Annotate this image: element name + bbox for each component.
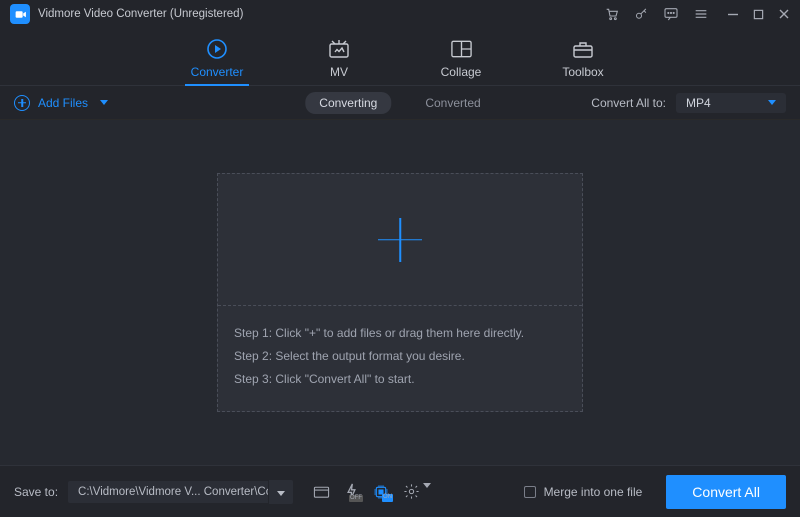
merge-checkbox[interactable]: Merge into one file <box>524 485 643 499</box>
instructions: Step 1: Click "+" to add files or drag t… <box>218 306 582 410</box>
add-files-label: Add Files <box>38 96 88 110</box>
settings-icon[interactable] <box>403 483 431 500</box>
convert-all-to-label: Convert All to: <box>591 96 666 110</box>
hardware-accel-off-icon[interactable]: OFF <box>344 483 359 500</box>
convert-all-button[interactable]: Convert All <box>666 475 786 509</box>
output-format-select[interactable]: MP4 <box>676 93 786 113</box>
secondary-bar: Add Files Converting Converted Convert A… <box>0 86 800 120</box>
main-nav: Converter MV Collage Toolbox <box>0 28 800 86</box>
add-files-button[interactable]: Add Files <box>14 95 108 111</box>
format-value: MP4 <box>686 96 711 110</box>
tab-label: Toolbox <box>562 65 603 79</box>
on-badge: ON <box>382 494 393 501</box>
menu-icon[interactable] <box>693 6 709 22</box>
save-path-dropdown[interactable] <box>268 480 293 504</box>
mv-icon <box>327 37 351 61</box>
collage-icon <box>450 37 473 61</box>
title-bar: Vidmore Video Converter (Unregistered) <box>0 0 800 28</box>
open-folder-icon[interactable] <box>313 484 330 499</box>
bottom-bar: Save to: C:\Vidmore\Vidmore V... Convert… <box>0 465 800 517</box>
hardware-accel-on-icon[interactable]: ON <box>373 484 389 500</box>
feedback-icon[interactable] <box>663 6 679 22</box>
tab-mv[interactable]: MV <box>309 37 369 85</box>
instruction-step: Step 1: Click "+" to add files or drag t… <box>234 322 566 345</box>
add-files-dropzone[interactable] <box>218 174 582 306</box>
maximize-icon[interactable] <box>753 9 764 20</box>
app-title: Vidmore Video Converter (Unregistered) <box>38 8 243 20</box>
merge-label: Merge into one file <box>544 485 643 499</box>
tab-converter[interactable]: Converter <box>187 37 247 85</box>
tab-label: Converter <box>191 65 244 79</box>
close-icon[interactable] <box>778 8 790 20</box>
plus-icon <box>378 218 422 262</box>
seg-converted[interactable]: Converted <box>411 92 494 114</box>
chevron-down-icon <box>277 491 285 496</box>
instruction-step: Step 3: Click "Convert All" to start. <box>234 368 566 391</box>
key-icon[interactable] <box>634 7 649 22</box>
tab-collage[interactable]: Collage <box>431 37 491 85</box>
tab-toolbox[interactable]: Toolbox <box>553 37 613 85</box>
converter-icon <box>205 37 229 61</box>
checkbox-icon <box>524 486 536 498</box>
save-to-label: Save to: <box>14 485 58 499</box>
instruction-step: Step 2: Select the output format you des… <box>234 345 566 368</box>
dropzone: Step 1: Click "+" to add files or drag t… <box>217 173 583 411</box>
toolbox-icon <box>571 37 595 61</box>
chevron-down-icon <box>768 100 776 105</box>
tab-label: MV <box>330 65 348 79</box>
save-path-field: C:\Vidmore\Vidmore V... Converter\Conver… <box>68 480 293 504</box>
save-path-input[interactable]: C:\Vidmore\Vidmore V... Converter\Conver… <box>68 481 268 503</box>
main-area: Step 1: Click "+" to add files or drag t… <box>0 120 800 465</box>
tab-label: Collage <box>441 65 482 79</box>
status-segment: Converting Converted <box>305 92 494 114</box>
cart-icon[interactable] <box>604 6 620 22</box>
seg-converting[interactable]: Converting <box>305 92 391 114</box>
off-badge: OFF <box>349 495 363 502</box>
app-logo <box>10 4 30 24</box>
chevron-down-icon <box>100 100 108 105</box>
plus-circle-icon <box>14 95 30 111</box>
minimize-icon[interactable] <box>727 8 739 20</box>
chevron-down-icon <box>423 483 431 488</box>
